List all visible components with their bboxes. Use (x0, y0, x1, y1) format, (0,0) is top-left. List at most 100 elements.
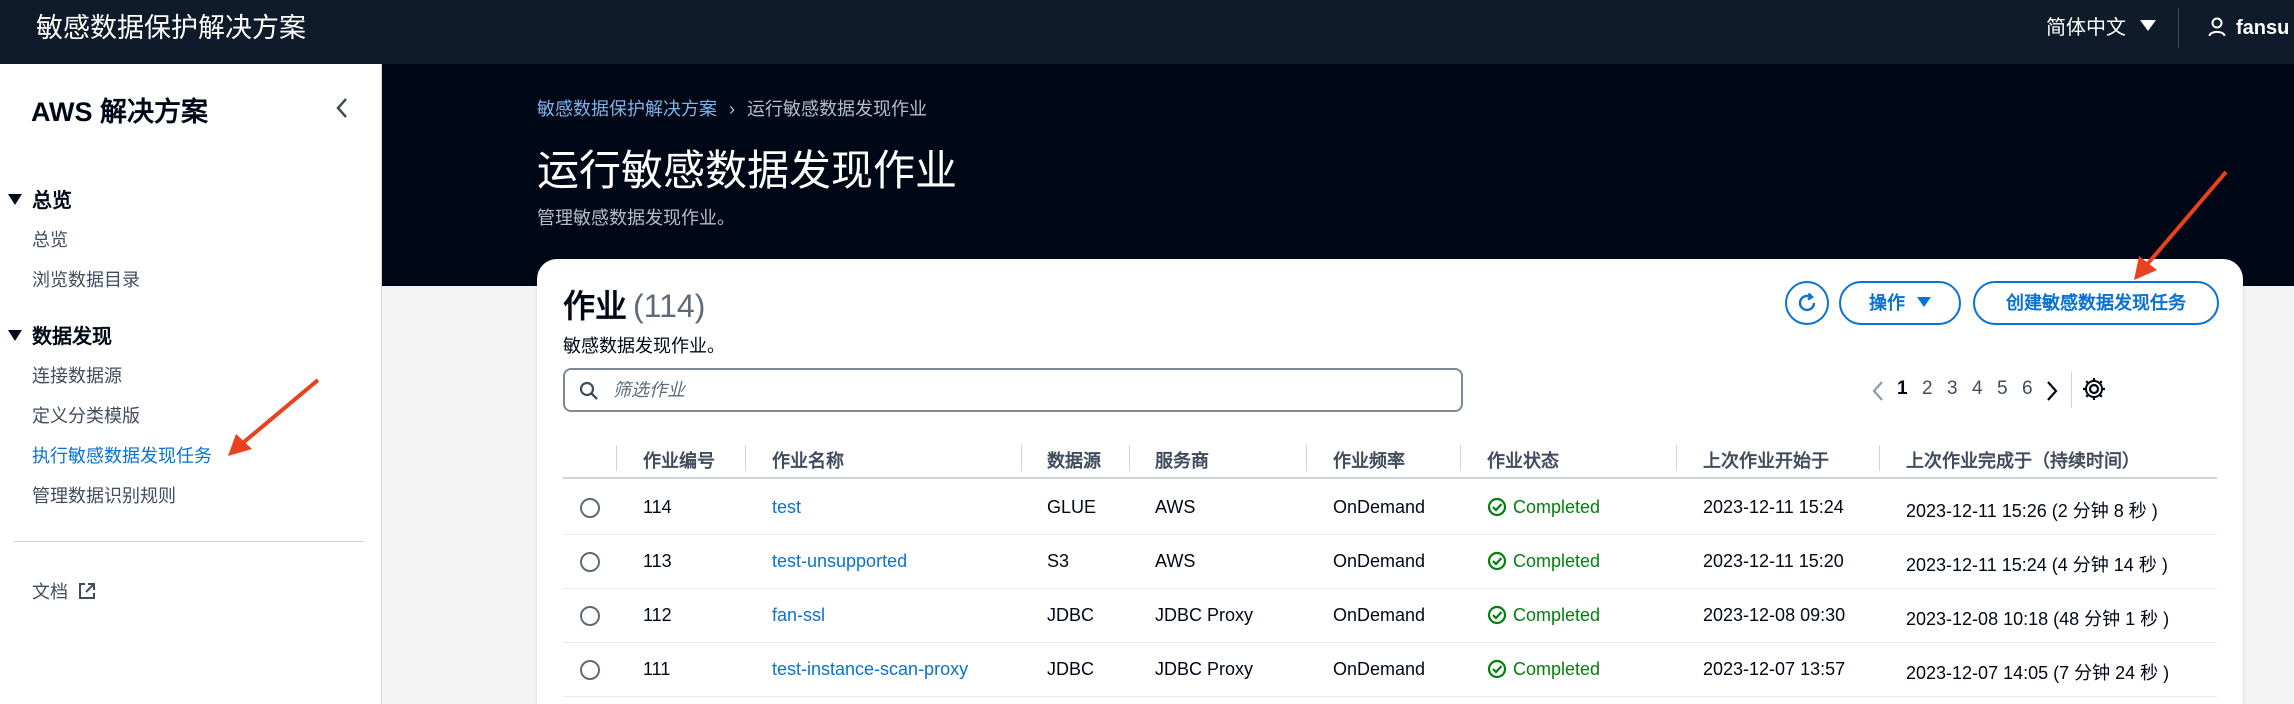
jobs-heading: 作业 (114) (563, 281, 705, 327)
caret-down-icon (2140, 20, 2156, 31)
cell-job-name-link[interactable]: fan-ssl (772, 605, 825, 626)
caret-down-icon (8, 194, 22, 205)
breadcrumb-current: 运行敏感数据发现作业 (747, 99, 927, 119)
top-navigation: 敏感数据保护解决方案 简体中文 fansu (0, 0, 2294, 64)
table-row[interactable]: 113 test-unsupported S3 AWS OnDemand Com… (563, 535, 2217, 589)
column-divider (1021, 445, 1022, 471)
topbar-divider (2178, 8, 2179, 48)
cell-status: Completed (1487, 659, 1600, 680)
cell-job-id: 114 (643, 497, 672, 517)
sidebar-item-classification-template[interactable]: 定义分类模版 (32, 402, 140, 428)
cell-job-name-link[interactable]: test-instance-scan-proxy (772, 659, 968, 680)
gear-icon[interactable] (2081, 376, 2107, 402)
section-data-discovery[interactable]: 数据发现 (8, 320, 112, 349)
column-divider (1879, 445, 1880, 471)
chevron-right-icon: › (729, 99, 735, 119)
cell-job-name-link[interactable]: test (772, 497, 801, 518)
caret-down-icon (1917, 297, 1931, 307)
cell-started: 2023-12-11 15:24 (1703, 497, 1844, 517)
column-header-job-name[interactable]: 作业名称 (772, 447, 844, 473)
status-text: Completed (1513, 551, 1601, 571)
sidebar-title[interactable]: AWS 解决方案 (31, 90, 208, 129)
cell-frequency: OnDemand (1333, 551, 1426, 571)
cell-source: JDBC (1047, 659, 1095, 679)
breadcrumb-link-home[interactable]: 敏感数据保护解决方案 (537, 99, 717, 119)
jobs-title: 作业 (563, 288, 628, 324)
row-select-radio[interactable] (580, 660, 600, 680)
table-row[interactable]: 112 fan-ssl JDBC JDBC Proxy OnDemand Com… (563, 589, 2217, 643)
page-5[interactable]: 5 (1997, 378, 2008, 400)
pagination-divider (2071, 372, 2072, 408)
side-navigation: AWS 解决方案 总览 总览 浏览数据目录 数据发现 连接数据源 定义分类模版 … (0, 64, 382, 704)
column-header-provider[interactable]: 服务商 (1155, 447, 1209, 473)
cell-frequency: OnDemand (1333, 605, 1426, 625)
cell-started: 2023-12-08 09:30 (1703, 605, 1846, 625)
cell-job-id: 112 (643, 605, 672, 625)
sidebar-item-data-catalog[interactable]: 浏览数据目录 (32, 266, 140, 292)
sidebar-item-connect-source[interactable]: 连接数据源 (32, 362, 122, 388)
cell-finished: 2023-12-08 10:18 (48 分钟 1 秒 ) (1906, 609, 2170, 629)
section-label: 总览 (32, 190, 72, 212)
cell-source: JDBC (1047, 605, 1095, 625)
page-4[interactable]: 4 (1972, 378, 1983, 400)
page-1[interactable]: 1 (1897, 378, 1908, 400)
cell-finished: 2023-12-11 15:26 (2 分钟 8 秒 ) (1906, 501, 2158, 521)
sidebar-item-run-discovery[interactable]: 执行敏感数据发现任务 (32, 442, 212, 468)
check-circle-icon (1487, 605, 1507, 625)
create-discovery-job-button[interactable]: 创建敏感数据发现任务 (1973, 281, 2219, 325)
page-description: 管理敏感数据发现作业。 (537, 208, 735, 228)
cell-status: Completed (1487, 605, 1600, 626)
sidebar-item-docs[interactable]: 文档 (32, 578, 97, 604)
table-row[interactable]: 111 test-instance-scan-proxy JDBC JDBC P… (563, 643, 2217, 697)
language-selector[interactable]: 简体中文 (2046, 0, 2156, 56)
column-divider (1460, 445, 1461, 471)
caret-down-icon (8, 330, 22, 341)
column-header-job-id[interactable]: 作业编号 (643, 447, 715, 473)
cell-job-name-link[interactable]: test-unsupported (772, 551, 907, 572)
external-link-icon (79, 583, 96, 599)
row-select-radio[interactable] (580, 606, 600, 626)
chevron-left-icon[interactable] (330, 94, 354, 122)
sidebar-item-overview[interactable]: 总览 (32, 226, 68, 252)
jobs-count: (114) (633, 288, 706, 324)
sidebar-divider (14, 541, 364, 542)
cell-provider: AWS (1155, 497, 1196, 517)
column-header-finished[interactable]: 上次作业完成于（持续时间） (1906, 447, 2140, 473)
search-field[interactable] (563, 368, 1463, 412)
cell-source: GLUE (1047, 497, 1097, 517)
row-select-radio[interactable] (580, 498, 600, 518)
column-divider (745, 445, 746, 471)
page-2[interactable]: 2 (1922, 378, 1933, 400)
row-select-radio[interactable] (580, 552, 600, 572)
cell-status: Completed (1487, 551, 1600, 572)
column-divider (1129, 445, 1130, 471)
cell-finished: 2023-12-07 14:05 (7 分钟 24 秒 ) (1906, 663, 2170, 683)
column-header-frequency[interactable]: 作业频率 (1333, 447, 1405, 473)
refresh-button[interactable] (1785, 281, 1829, 325)
user-menu[interactable]: fansu (2208, 0, 2289, 56)
cell-frequency: OnDemand (1333, 497, 1426, 517)
breadcrumb: 敏感数据保护解决方案 › 运行敏感数据发现作业 (537, 95, 927, 121)
search-input[interactable] (613, 376, 1433, 404)
cell-provider: AWS (1155, 551, 1196, 571)
status-text: Completed (1513, 605, 1601, 625)
column-header-source[interactable]: 数据源 (1047, 447, 1101, 473)
docs-label: 文档 (32, 582, 68, 602)
sidebar-item-identification-rules[interactable]: 管理数据识别规则 (32, 482, 176, 508)
cell-status: Completed (1487, 497, 1600, 518)
column-header-started[interactable]: 上次作业开始于 (1703, 447, 1829, 473)
actions-dropdown-button[interactable]: 操作 (1839, 281, 1961, 325)
language-label: 简体中文 (2046, 17, 2126, 39)
page-3[interactable]: 3 (1947, 378, 1958, 400)
page-6[interactable]: 6 (2022, 378, 2033, 400)
column-header-status[interactable]: 作业状态 (1487, 447, 1559, 473)
cell-provider: JDBC Proxy (1155, 605, 1254, 625)
status-text: Completed (1513, 659, 1601, 679)
page-title: 运行敏感数据发现作业 (537, 147, 958, 194)
table-row[interactable]: 114 test GLUE AWS OnDemand Completed 202… (563, 481, 2217, 535)
chevron-left-icon[interactable] (1871, 380, 1885, 402)
chevron-right-icon[interactable] (2045, 380, 2059, 402)
app-title[interactable]: 敏感数据保护解决方案 (36, 0, 306, 56)
section-label: 数据发现 (32, 326, 112, 348)
section-overview[interactable]: 总览 (8, 184, 72, 213)
